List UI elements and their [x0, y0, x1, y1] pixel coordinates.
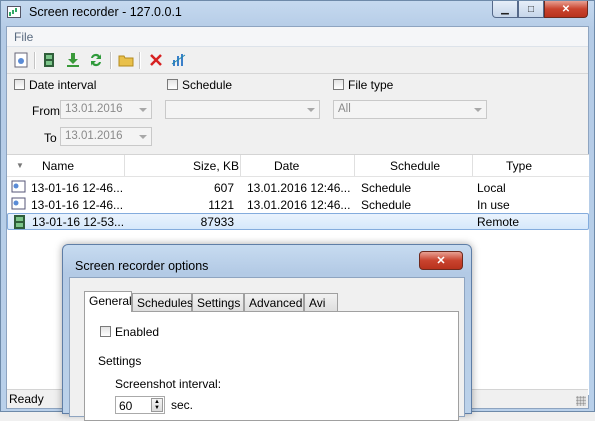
from-date-value: 13.01.2016 [65, 103, 123, 115]
row-schedule: Schedule [361, 181, 412, 195]
enabled-checkbox[interactable] [100, 326, 111, 337]
column-type[interactable]: Type [506, 159, 532, 173]
film-button[interactable] [40, 51, 58, 69]
table-row-selected[interactable]: 13-01-16 12-53... 87933 Remote [7, 213, 589, 230]
dialog-title: Screen recorder options [75, 259, 209, 273]
close-button[interactable]: ✕ [544, 1, 588, 18]
title-bar[interactable]: Screen recorder - 127.0.0.1 ▁ □ ✕ [1, 1, 594, 25]
from-date-picker[interactable]: 13.01.2016 [60, 100, 152, 119]
column-date[interactable]: Date [274, 159, 299, 173]
tab-general[interactable]: General [84, 291, 132, 312]
delete-icon [150, 54, 162, 66]
to-date-picker[interactable]: 13.01.2016 [60, 127, 152, 146]
row-schedule: Schedule [361, 198, 412, 212]
row-size: 87933 [200, 215, 234, 229]
stepper-arrows-icon[interactable]: ▲ ▼ [151, 398, 163, 412]
download-button[interactable] [64, 51, 82, 69]
chevron-down-icon [474, 108, 482, 112]
to-label: To [44, 131, 57, 145]
row-size: 607 [213, 181, 234, 195]
maximize-icon: □ [527, 3, 535, 15]
menu-bar: File [7, 27, 588, 47]
schedule-label: Schedule [182, 78, 233, 92]
to-date-value: 13.01.2016 [65, 130, 123, 142]
close-icon: ✕ [436, 255, 446, 267]
table-row[interactable]: 13-01-16 12-46... 1121 13.01.2016 12:46.… [7, 196, 589, 213]
minimize-button[interactable]: ▁ [492, 1, 518, 18]
file-type-select[interactable]: All [333, 100, 487, 119]
close-icon: ✕ [561, 3, 571, 15]
tab-settings[interactable]: Settings [192, 293, 244, 311]
schedule-checkbox[interactable] [167, 79, 178, 90]
interval-stepper[interactable]: 60 ▲ ▼ [115, 396, 165, 414]
chevron-down-icon [139, 135, 147, 139]
options-dialog: Screen recorder options ✕ General Schedu… [62, 244, 472, 421]
table-row[interactable]: 13-01-16 12-46... 607 13.01.2016 12:46..… [7, 179, 589, 196]
tab-advanced[interactable]: Advanced [244, 293, 304, 311]
film-file-icon [14, 215, 25, 229]
enabled-label: Enabled [115, 325, 160, 339]
schedule-select[interactable] [165, 100, 320, 119]
from-label: From [32, 104, 60, 118]
maximize-button[interactable]: □ [518, 1, 544, 18]
chevron-down-icon [139, 108, 147, 112]
menu-file[interactable]: File [14, 30, 33, 44]
refresh-button[interactable] [87, 51, 105, 69]
date-interval-checkbox[interactable] [14, 79, 25, 90]
list-header: ▼ Name Size, KB Date Schedule Type [7, 155, 589, 177]
row-date: 13.01.2016 12:46... [247, 198, 351, 212]
options-icon [14, 52, 28, 68]
folder-button[interactable] [117, 51, 135, 69]
tab-schedules[interactable]: Schedules [132, 293, 193, 311]
file-type-select-value: All [338, 103, 351, 115]
tab-avi[interactable]: Avi [304, 293, 338, 311]
app-icon [7, 6, 21, 18]
general-tab-panel: Enabled Settings Screenshot interval: 60… [84, 311, 459, 421]
toolbar [7, 47, 588, 74]
dialog-close-button[interactable]: ✕ [419, 251, 463, 270]
row-type: In use [477, 198, 510, 212]
column-size[interactable]: Size, KB [193, 159, 239, 173]
row-name: 13-01-16 12-46... [31, 181, 124, 195]
options-button[interactable] [12, 51, 30, 69]
row-type: Local [477, 181, 506, 195]
sort-icon: ▼ [16, 161, 24, 170]
screenshot-file-icon [11, 180, 26, 193]
column-name[interactable]: Name [42, 159, 74, 173]
folder-icon [118, 55, 134, 67]
interval-label: Screenshot interval: [115, 377, 222, 391]
film-icon [44, 53, 54, 67]
dialog-body: General Schedules Settings Advanced Avi … [69, 277, 465, 421]
row-name: 13-01-16 12-46... [31, 198, 124, 212]
status-text: Ready [9, 392, 44, 406]
interval-value: 60 [119, 399, 133, 413]
refresh-icon [91, 53, 101, 67]
interval-unit: sec. [171, 398, 194, 412]
chevron-down-icon [307, 108, 315, 112]
file-type-label: File type [348, 78, 394, 92]
resize-grip-icon[interactable] [576, 396, 586, 406]
window-title: Screen recorder - 127.0.0.1 [29, 5, 182, 19]
date-interval-label: Date interval [29, 78, 97, 92]
row-date: 13.01.2016 12:46... [247, 181, 351, 195]
chart-button[interactable] [170, 51, 188, 69]
column-schedule[interactable]: Schedule [390, 159, 440, 173]
row-name: 13-01-16 12-53... [32, 215, 125, 229]
settings-header: Settings [98, 354, 142, 368]
screenshot-file-icon [11, 197, 26, 210]
minimize-icon: ▁ [501, 3, 509, 15]
row-size: 1121 [208, 198, 234, 212]
delete-button[interactable] [147, 51, 165, 69]
row-type: Remote [477, 215, 520, 229]
download-icon [67, 53, 79, 67]
file-type-checkbox[interactable] [333, 79, 344, 90]
chart-icon [171, 54, 186, 66]
